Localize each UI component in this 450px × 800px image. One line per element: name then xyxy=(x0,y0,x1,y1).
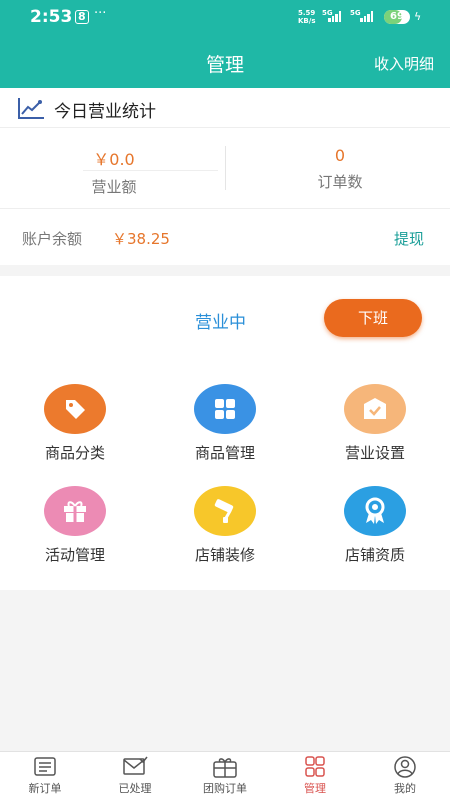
orders-value: 0 xyxy=(334,146,346,165)
revenue-value: ￥0.0 xyxy=(93,150,135,169)
user-profile-icon xyxy=(360,756,450,778)
signal-icon xyxy=(328,11,341,22)
tab-label: 团购订单 xyxy=(203,782,247,795)
balance-value: ￥38.25 xyxy=(112,230,170,248)
tile-store-decoration[interactable]: 店铺装修 xyxy=(150,486,300,565)
mail-check-icon xyxy=(90,756,180,778)
grid-icon xyxy=(194,384,256,434)
network-speed: 5.59 KB/s xyxy=(298,9,316,25)
balance-label: 账户余额 xyxy=(22,230,83,248)
trend-chart-icon xyxy=(18,98,44,119)
price-tag-icon xyxy=(44,384,106,434)
tile-label: 商品分类 xyxy=(44,444,105,462)
tile-label: 活动管理 xyxy=(44,546,105,564)
stats-header: 今日营业统计 xyxy=(0,88,450,128)
withdraw-button[interactable]: 提现 xyxy=(394,228,424,249)
revenue-label: 营业额 xyxy=(91,178,137,196)
stats-title: 今日营业统计 xyxy=(54,102,156,122)
nav-bar: 管理 收入明细 xyxy=(0,36,450,88)
tab-processed[interactable]: 已处理 xyxy=(90,756,180,796)
tile-label: 店铺资质 xyxy=(344,546,405,564)
tab-label: 管理 xyxy=(304,782,326,795)
signal-icon-2 xyxy=(360,11,373,22)
shop-settings-icon xyxy=(344,384,406,434)
gift-box-icon xyxy=(180,756,270,778)
divider xyxy=(83,170,218,171)
tab-group-orders[interactable]: 团购订单 xyxy=(180,756,270,796)
more-notifications-icon: ··· xyxy=(94,6,107,21)
status-time: 2:53 xyxy=(30,7,73,27)
management-grid-card: 营业中 下班 商品分类 商品管理 营业设置 活动管理 店铺装修 店铺资质 xyxy=(0,276,450,590)
status-bar: 2:53 8 ··· 5.59 KB/s 5G 5G 69 ϟ xyxy=(0,0,450,36)
business-status: 营业中 xyxy=(195,313,246,333)
revenue-metric: ￥0.0 营业额 xyxy=(14,146,214,197)
today-stats-card: 今日营业统计 ￥0.0 营业额 0 订单数 账户余额 ￥38.25 提现 xyxy=(0,88,450,265)
tab-label: 已处理 xyxy=(118,782,152,795)
tile-activity-management[interactable]: 活动管理 xyxy=(0,486,150,565)
tile-product-category[interactable]: 商品分类 xyxy=(0,384,150,463)
gift-icon xyxy=(44,486,106,536)
tab-management[interactable]: 管理 xyxy=(270,756,360,796)
tile-product-management[interactable]: 商品管理 xyxy=(150,384,300,463)
balance-row: 账户余额 ￥38.25 提现 xyxy=(0,208,450,265)
tile-store-qualification[interactable]: 店铺资质 xyxy=(300,486,450,565)
four-squares-icon xyxy=(270,756,360,778)
orders-metric: 0 订单数 xyxy=(240,146,440,192)
tab-label: 我的 xyxy=(394,782,416,795)
battery-icon: 69 xyxy=(384,10,410,24)
tab-label: 新订单 xyxy=(28,782,62,795)
tile-label: 营业设置 xyxy=(344,444,405,462)
off-duty-button[interactable]: 下班 xyxy=(324,299,422,337)
tile-business-settings[interactable]: 营业设置 xyxy=(300,384,450,463)
bottom-tab-bar: 新订单 已处理 团购订单 管理 我的 xyxy=(0,751,450,800)
charging-icon: ϟ xyxy=(414,10,422,23)
tile-label: 店铺装修 xyxy=(194,546,255,564)
income-details-link[interactable]: 收入明细 xyxy=(374,53,434,74)
order-list-icon xyxy=(0,756,90,778)
tile-label: 商品管理 xyxy=(194,444,255,462)
app-notification-icon: 8 xyxy=(75,10,89,24)
paint-roller-icon xyxy=(194,486,256,536)
tab-profile[interactable]: 我的 xyxy=(360,756,450,796)
award-ribbon-icon xyxy=(344,486,406,536)
orders-label: 订单数 xyxy=(317,173,363,191)
tab-new-orders[interactable]: 新订单 xyxy=(0,756,90,796)
divider xyxy=(225,146,226,190)
